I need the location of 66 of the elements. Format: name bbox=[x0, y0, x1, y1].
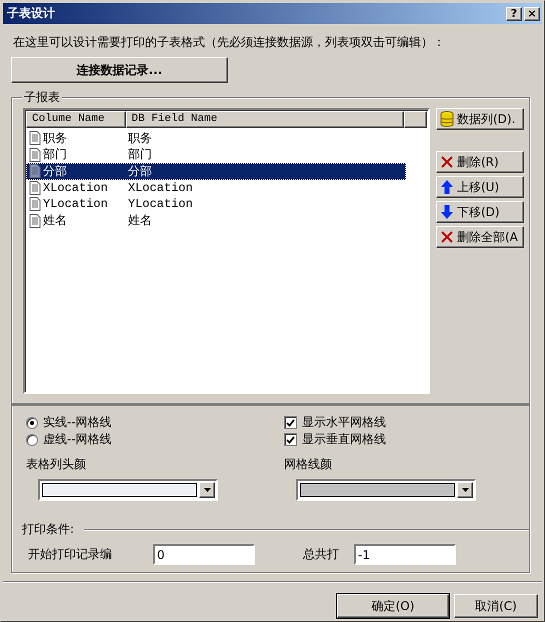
table-cell: 分部 bbox=[26, 162, 128, 180]
table-cell: XLocation bbox=[26, 180, 128, 195]
table-cell-text: 姓名 bbox=[128, 213, 153, 230]
column-header[interactable]: DB Field Name bbox=[126, 111, 404, 128]
table-cell-text: 职务 bbox=[128, 130, 153, 147]
color-dropdown[interactable] bbox=[296, 479, 476, 501]
description-text: 在这里可以设计需要打印的子表格式（先必须连接数据源，列表项双击可编辑）： bbox=[13, 34, 446, 51]
color-label: 网格线颜 bbox=[284, 456, 333, 473]
column-header[interactable] bbox=[404, 111, 427, 128]
column-header[interactable]: Colume Name bbox=[26, 111, 126, 128]
caret-icon bbox=[204, 488, 210, 492]
dialog-button[interactable]: 确定(O) bbox=[337, 594, 449, 618]
input-field[interactable]: 0 bbox=[153, 544, 255, 565]
toolbar-button[interactable]: 下移(D) bbox=[436, 201, 524, 223]
document-icon bbox=[29, 180, 41, 195]
field-label: 总共打 bbox=[303, 546, 340, 563]
help-button[interactable]: ? bbox=[506, 6, 522, 20]
table-cell: YLocation bbox=[26, 197, 128, 212]
table-cell: 姓名 bbox=[26, 212, 128, 230]
document-icon bbox=[29, 197, 41, 212]
dialog-button[interactable]: 取消(C) bbox=[454, 594, 538, 618]
toolbar-button[interactable]: 删除(R) bbox=[436, 151, 524, 173]
toolbar-button[interactable]: 删除全部(A bbox=[436, 226, 524, 248]
delete-icon bbox=[440, 155, 454, 169]
window-title: 子表设计 bbox=[7, 5, 56, 22]
list-row[interactable]: 姓名 姓名 bbox=[26, 212, 406, 229]
table-cell: 职务 bbox=[26, 130, 128, 147]
list-row[interactable]: 分部 分部 bbox=[26, 163, 406, 180]
group-title: 子报表 bbox=[22, 89, 62, 106]
checkbox[interactable] bbox=[284, 433, 297, 446]
delete-icon bbox=[440, 230, 454, 244]
close-button[interactable]: × bbox=[524, 6, 540, 20]
database-icon bbox=[440, 111, 454, 127]
arrow-down-icon bbox=[440, 204, 454, 220]
connect-button[interactable]: 连接数据记录... bbox=[11, 57, 228, 83]
field-label: 开始打印记录编 bbox=[27, 546, 113, 563]
toolbar-button[interactable]: 数据列(D). bbox=[436, 108, 524, 130]
document-icon bbox=[29, 214, 41, 228]
color-dropdown[interactable] bbox=[38, 479, 218, 501]
radio-option[interactable]: 虚线--网格线 bbox=[26, 431, 284, 448]
input-field[interactable]: -1 bbox=[354, 544, 456, 565]
arrow-up-icon bbox=[440, 179, 454, 195]
table-cell: 部门 bbox=[26, 146, 128, 164]
table-cell-text: XLocation bbox=[128, 180, 194, 195]
section-label: 打印条件: bbox=[22, 521, 74, 538]
document-icon bbox=[29, 131, 41, 146]
radio-option[interactable]: 实线--网格线 bbox=[26, 414, 284, 431]
checkbox[interactable] bbox=[284, 416, 297, 429]
checkbox-option[interactable]: 显示水平网格线 bbox=[284, 414, 517, 431]
list-row[interactable]: XLocation XLocation bbox=[26, 180, 406, 196]
list-row[interactable]: 部门 部门 bbox=[26, 146, 406, 163]
toolbar-button[interactable]: 上移(U) bbox=[436, 176, 524, 198]
dropdown-button[interactable] bbox=[457, 482, 473, 498]
table-cell-text: 部门 bbox=[128, 147, 153, 164]
dropdown-button[interactable] bbox=[199, 482, 215, 498]
radio-button[interactable] bbox=[26, 434, 38, 446]
list-row[interactable]: 职务 职务 bbox=[26, 130, 406, 146]
table-cell-text: 分部 bbox=[128, 164, 153, 180]
radio-button[interactable] bbox=[26, 416, 38, 428]
checkbox-option[interactable]: 显示垂直网格线 bbox=[284, 431, 517, 448]
table-cell-text: YLocation bbox=[128, 197, 194, 212]
caret-icon bbox=[462, 488, 468, 492]
color-label: 表格列头颜 bbox=[26, 456, 87, 473]
document-icon bbox=[29, 148, 41, 162]
document-icon bbox=[29, 164, 41, 178]
list-row[interactable]: YLocation YLocation bbox=[26, 196, 406, 212]
